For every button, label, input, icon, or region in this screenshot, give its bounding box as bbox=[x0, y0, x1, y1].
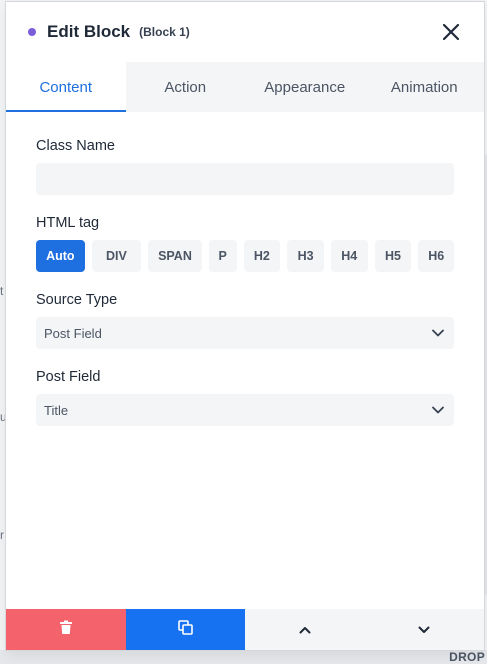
close-icon[interactable] bbox=[440, 21, 462, 43]
html-tag-label: HTML tag bbox=[36, 215, 100, 231]
post-field-label: Post Field bbox=[36, 369, 101, 385]
class-name-input[interactable] bbox=[36, 163, 454, 195]
background-bottom-bar bbox=[0, 650, 487, 664]
source-type-label: Source Type bbox=[36, 292, 118, 308]
background-text-fragment: t bbox=[0, 284, 4, 298]
tag-option-h2[interactable]: H2 bbox=[243, 240, 281, 272]
tab-appearance[interactable]: Appearance bbox=[245, 62, 365, 112]
tab-action[interactable]: Action bbox=[126, 62, 246, 112]
move-up-button[interactable] bbox=[245, 609, 365, 650]
tag-option-h4[interactable]: H4 bbox=[330, 240, 368, 272]
class-name-label: Class Name bbox=[36, 138, 115, 154]
chevron-down-icon bbox=[418, 621, 430, 639]
html-tag-options: Auto DIV SPAN P H2 H3 H4 H5 H6 bbox=[36, 240, 455, 272]
tag-option-auto[interactable]: Auto bbox=[36, 240, 85, 272]
tab-bar: Content Action Appearance Animation bbox=[6, 62, 484, 112]
duplicate-button[interactable] bbox=[125, 609, 245, 650]
copy-icon bbox=[177, 619, 193, 640]
chevron-down-icon bbox=[432, 324, 444, 342]
background-text-fragment: r bbox=[0, 528, 4, 542]
panel-header: Edit Block (Block 1) bbox=[6, 2, 484, 62]
source-type-value: Post Field bbox=[44, 325, 102, 341]
trash-icon bbox=[59, 620, 73, 640]
post-field-select[interactable]: Title bbox=[36, 394, 454, 426]
tab-content[interactable]: Content bbox=[6, 62, 126, 112]
panel-subtitle: (Block 1) bbox=[139, 25, 190, 39]
source-type-select[interactable]: Post Field bbox=[36, 317, 454, 349]
move-down-button[interactable] bbox=[364, 609, 484, 650]
chevron-down-icon bbox=[432, 401, 444, 419]
class-name-group: Class Name bbox=[36, 138, 454, 195]
html-tag-group: HTML tag Auto DIV SPAN P H2 H3 H4 H5 H6 bbox=[36, 215, 455, 272]
post-field-group: Post Field Title bbox=[36, 369, 454, 426]
panel-title: Edit Block bbox=[47, 22, 131, 41]
tab-animation[interactable]: Animation bbox=[365, 62, 485, 112]
tag-option-p[interactable]: P bbox=[208, 240, 237, 272]
panel-footer bbox=[6, 609, 484, 650]
tag-option-h5[interactable]: H5 bbox=[374, 240, 412, 272]
post-field-value: Title bbox=[44, 402, 69, 418]
status-dot bbox=[28, 28, 36, 36]
source-type-group: Source Type Post Field bbox=[36, 292, 454, 349]
chevron-up-icon bbox=[299, 621, 311, 639]
panel-content: Class Name HTML tag Auto DIV SPAN P H2 H… bbox=[6, 112, 484, 650]
tag-option-h3[interactable]: H3 bbox=[287, 240, 324, 272]
tag-option-h6[interactable]: H6 bbox=[418, 240, 455, 272]
background-drop-label: DROP bbox=[449, 650, 485, 664]
tag-option-div[interactable]: DIV bbox=[91, 240, 142, 272]
tag-option-span[interactable]: SPAN bbox=[148, 240, 202, 272]
edit-block-panel: Edit Block (Block 1) Content Action Appe… bbox=[6, 2, 484, 650]
delete-button[interactable] bbox=[6, 609, 126, 650]
